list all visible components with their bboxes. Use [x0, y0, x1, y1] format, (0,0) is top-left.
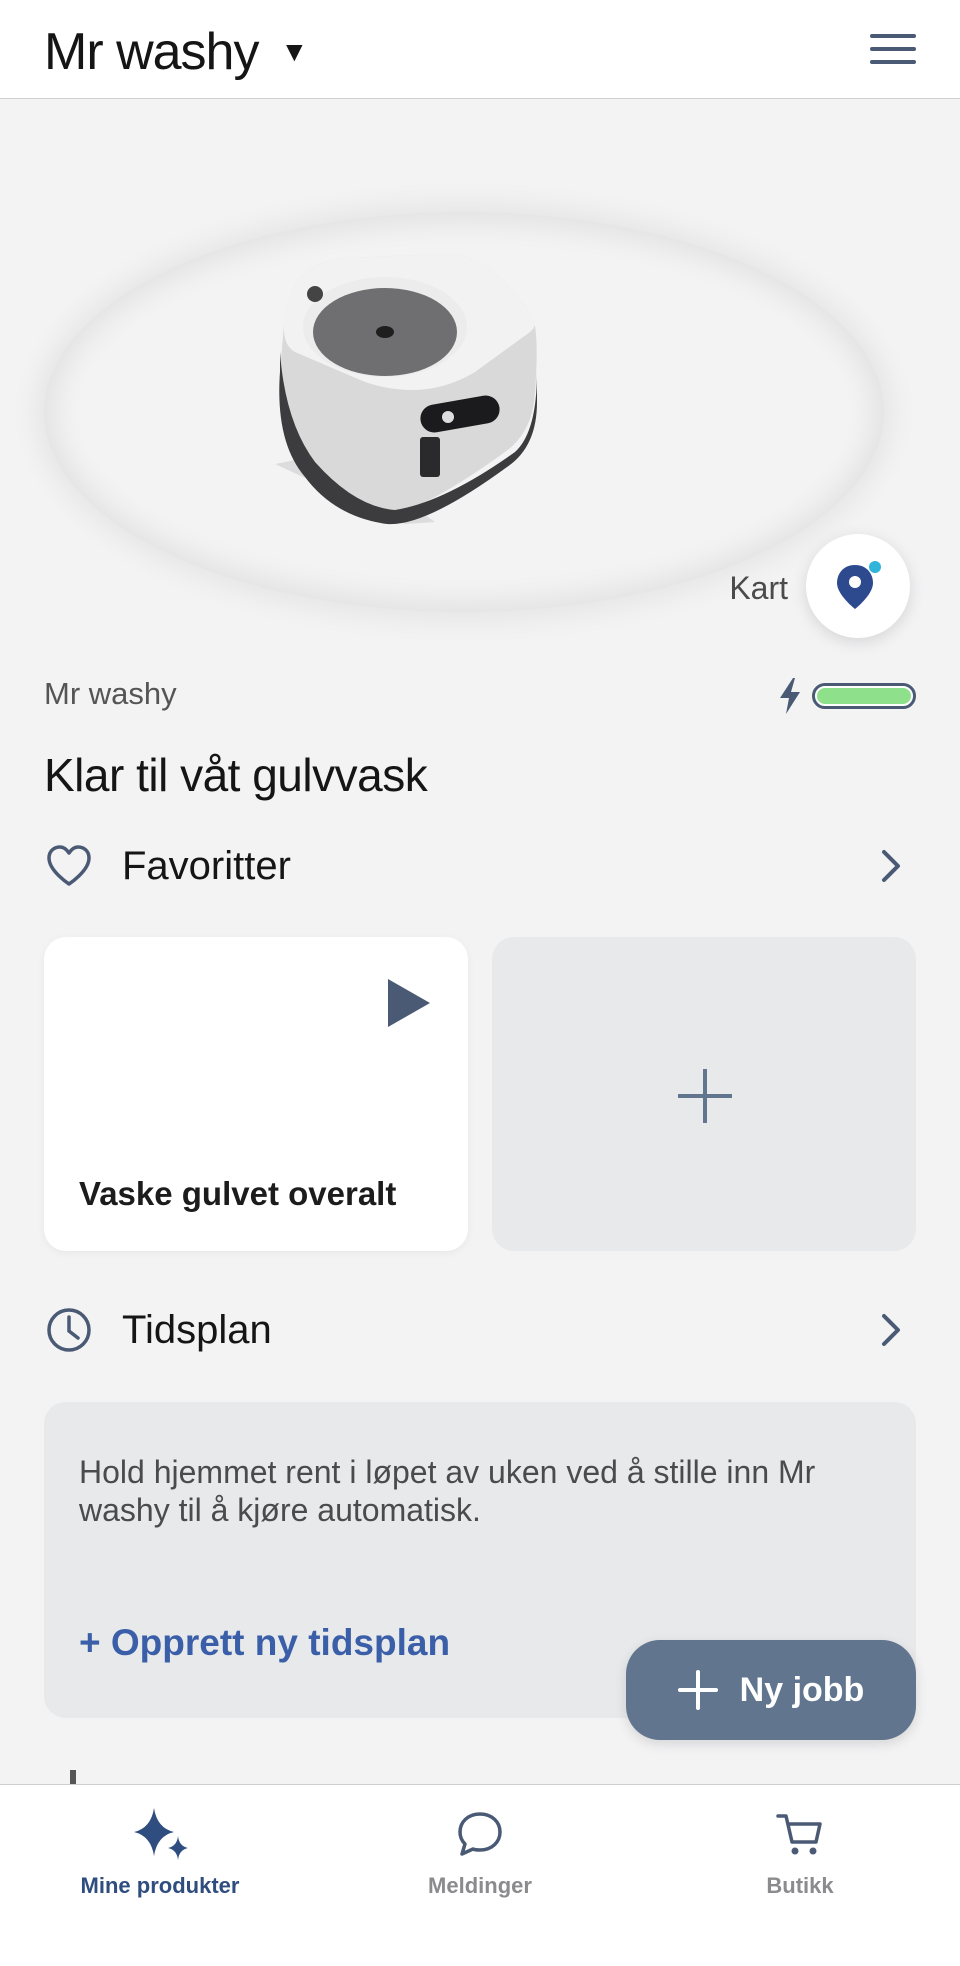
sparkle-icon [128, 1801, 192, 1867]
robot-selector[interactable]: Mr washy ▼ [44, 22, 308, 82]
favorite-card-label: Vaske gulvet overalt [79, 1175, 397, 1212]
add-favorite-card[interactable] [492, 937, 916, 1251]
tab-label: Butikk [766, 1873, 834, 1898]
favorites-header[interactable]: Favoritter [44, 836, 916, 896]
favorites-title: Favoritter [122, 843, 291, 888]
tab-meldinger[interactable]: Meldinger [320, 1801, 640, 1899]
bottom-tab-bar: Mine produkter Meldinger Butikk [0, 1784, 960, 1966]
tab-butikk[interactable]: Butikk [640, 1801, 960, 1899]
chevron-down-icon: ▼ [280, 36, 308, 67]
top-bar: Mr washy ▼ [0, 0, 960, 99]
favorite-card[interactable]: Vaske gulvet overalt [44, 937, 468, 1251]
new-job-button[interactable]: Ny jobb [626, 1640, 916, 1740]
robot-image [275, 253, 537, 525]
map-button[interactable] [806, 534, 910, 638]
battery-bar [812, 683, 916, 709]
chat-bubble-icon [454, 1801, 506, 1867]
new-job-label: Ny jobb [739, 1670, 865, 1709]
battery-fill [817, 688, 911, 704]
map-pin-icon [837, 561, 881, 609]
robot-status-text: Klar til våt gulvvask [44, 749, 428, 801]
map-label: Kart [729, 570, 788, 606]
robot-selector-label: Mr washy [44, 23, 259, 81]
plus-icon [677, 1670, 718, 1710]
next-section-peek [44, 1770, 916, 1784]
schedule-title: Tidsplan [122, 1307, 272, 1352]
tab-label: Meldinger [428, 1873, 532, 1898]
battery-indicator [778, 678, 916, 714]
schedule-description: Hold hjemmet rent i løpet av uken ved å … [79, 1454, 816, 1528]
schedule-header[interactable]: Tidsplan [44, 1300, 916, 1360]
chevron-right-icon [882, 1314, 900, 1346]
chevron-right-icon [882, 850, 900, 882]
play-icon[interactable] [386, 977, 432, 1029]
hamburger-menu-icon[interactable] [870, 34, 916, 64]
robot-status-row: Mr washy [44, 672, 916, 716]
map-shortcut: Kart [0, 534, 960, 644]
plus-icon [678, 1069, 732, 1123]
cart-icon [774, 1801, 826, 1867]
tab-label: Mine produkter [80, 1873, 240, 1898]
charging-bolt-icon [780, 678, 800, 714]
create-schedule-link[interactable]: + Opprett ny tidsplan [79, 1622, 450, 1664]
clock-icon [44, 1305, 94, 1355]
tab-mine-produkter[interactable]: Mine produkter [0, 1801, 320, 1899]
robot-name: Mr washy [44, 676, 177, 711]
heart-icon [44, 841, 94, 891]
